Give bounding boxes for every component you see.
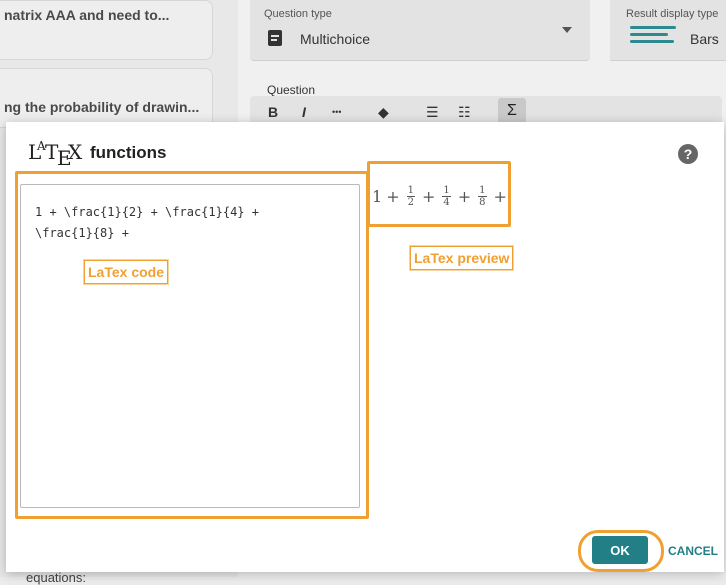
dialog-title-text: functions bbox=[90, 143, 167, 162]
numbered-list-icon[interactable]: ☷ bbox=[458, 104, 471, 121]
sigma-icon[interactable]: Σ bbox=[498, 98, 526, 124]
question-label: Question bbox=[267, 83, 316, 97]
question-type-value: Multichoice bbox=[300, 31, 371, 47]
latex-functions-dialog: L A T E X functions ? 1 + \frac{1}{2} + … bbox=[6, 122, 724, 572]
background-text: equations: bbox=[26, 570, 86, 585]
dialog-title: L A T E X functions bbox=[28, 139, 167, 170]
chevron-down-icon bbox=[562, 27, 572, 33]
question-type-label: Question type bbox=[264, 8, 332, 20]
result-display-label: Result display type bbox=[626, 8, 719, 20]
ok-button[interactable]: OK bbox=[592, 536, 648, 564]
bars-icon bbox=[630, 26, 678, 47]
preview-highlight-frame bbox=[367, 161, 511, 227]
cancel-button[interactable]: CANCEL bbox=[662, 536, 724, 564]
question-type-select[interactable]: Question type Multichoice bbox=[250, 0, 590, 61]
more-options-button[interactable]: ••• bbox=[332, 107, 341, 117]
italic-button[interactable]: I bbox=[302, 104, 306, 120]
fill-color-icon[interactable]: ◆ bbox=[378, 104, 389, 121]
result-display-value: Bars bbox=[690, 31, 719, 47]
latex-code-annotation: LaTex code bbox=[84, 260, 168, 284]
question-card[interactable]: natrix AAA and need to... bbox=[0, 0, 213, 60]
question-card-text: ng the probability of drawin... bbox=[4, 99, 200, 115]
multichoice-icon bbox=[268, 30, 282, 46]
latex-logo: L A T E X bbox=[28, 139, 83, 170]
result-display-select[interactable]: Result display type Bars bbox=[610, 0, 726, 61]
help-icon[interactable]: ? bbox=[678, 144, 698, 164]
code-highlight-frame bbox=[15, 171, 369, 519]
bullet-list-icon[interactable]: ☰ bbox=[426, 104, 439, 121]
latex-preview-annotation: LaTex preview bbox=[410, 246, 514, 270]
question-card-text: natrix AAA and need to... bbox=[4, 7, 170, 23]
bold-button[interactable]: B bbox=[268, 104, 278, 120]
question-card[interactable]: ng the probability of drawin... bbox=[0, 68, 213, 128]
